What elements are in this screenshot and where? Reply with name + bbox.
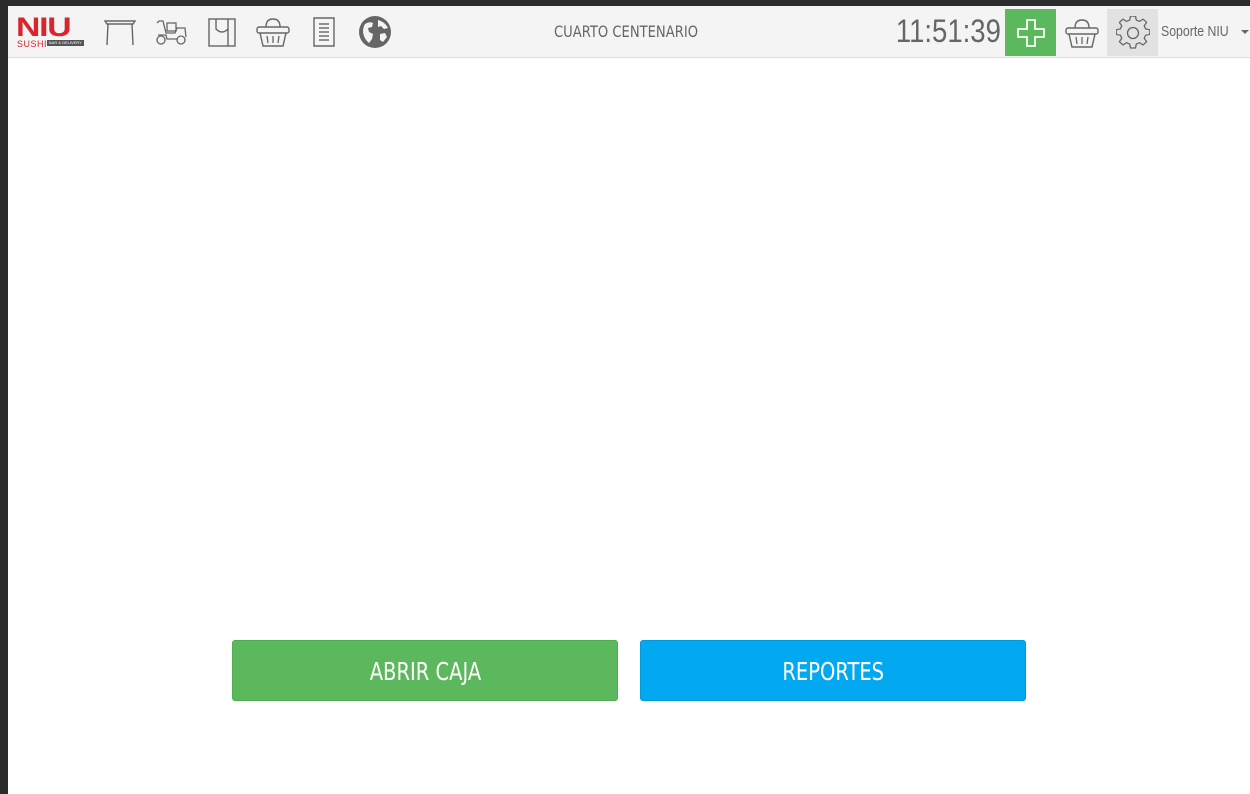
nav-online-button[interactable]: [357, 14, 393, 50]
open-register-button[interactable]: ABRIR CAJA: [232, 640, 618, 701]
logo-text: NIU: [16, 12, 72, 42]
basket-icon: [1065, 18, 1099, 48]
plus-icon: [1016, 18, 1045, 47]
cart-button[interactable]: [1057, 9, 1107, 56]
nav-tables-button[interactable]: [102, 14, 138, 50]
table-icon: [103, 20, 137, 46]
caret-down-icon: [1241, 30, 1249, 34]
reports-button[interactable]: REPORTES: [640, 640, 1026, 701]
settings-button[interactable]: [1107, 9, 1158, 56]
clock: 11:51:39: [895, 13, 1001, 49]
logo-tagline: BAR & DELIVERY: [47, 40, 84, 46]
logo-subtext: SUSHI: [17, 39, 48, 49]
nav-receipts-button[interactable]: [306, 14, 342, 50]
basket-icon: [256, 18, 290, 47]
add-order-button[interactable]: [1005, 9, 1056, 56]
nav-delivery-button[interactable]: [153, 14, 189, 50]
brand-logo[interactable]: NIU SUSHI BAR & DELIVERY: [16, 12, 86, 49]
top-navbar: NIU SUSHI BAR & DELIVERY CUARTO CENTENAR…: [8, 6, 1250, 58]
branch-title: CUARTO CENTENARIO: [553, 22, 699, 41]
open-register-label: ABRIR CAJA: [369, 657, 481, 686]
receipt-icon: [313, 17, 335, 47]
app-window: NIU SUSHI BAR & DELIVERY CUARTO CENTENAR…: [8, 6, 1250, 794]
gear-icon: [1115, 15, 1150, 49]
takeaway-bag-icon: [208, 18, 236, 47]
nav-takeaway-button[interactable]: [204, 14, 240, 50]
delivery-scooter-icon: [156, 20, 187, 45]
nav-orders-button[interactable]: [255, 14, 291, 50]
user-name: Soporte NIU: [1161, 23, 1229, 40]
user-menu[interactable]: Soporte NIU: [1161, 6, 1250, 57]
reports-label: REPORTES: [782, 657, 884, 686]
globe-icon: [359, 16, 391, 48]
